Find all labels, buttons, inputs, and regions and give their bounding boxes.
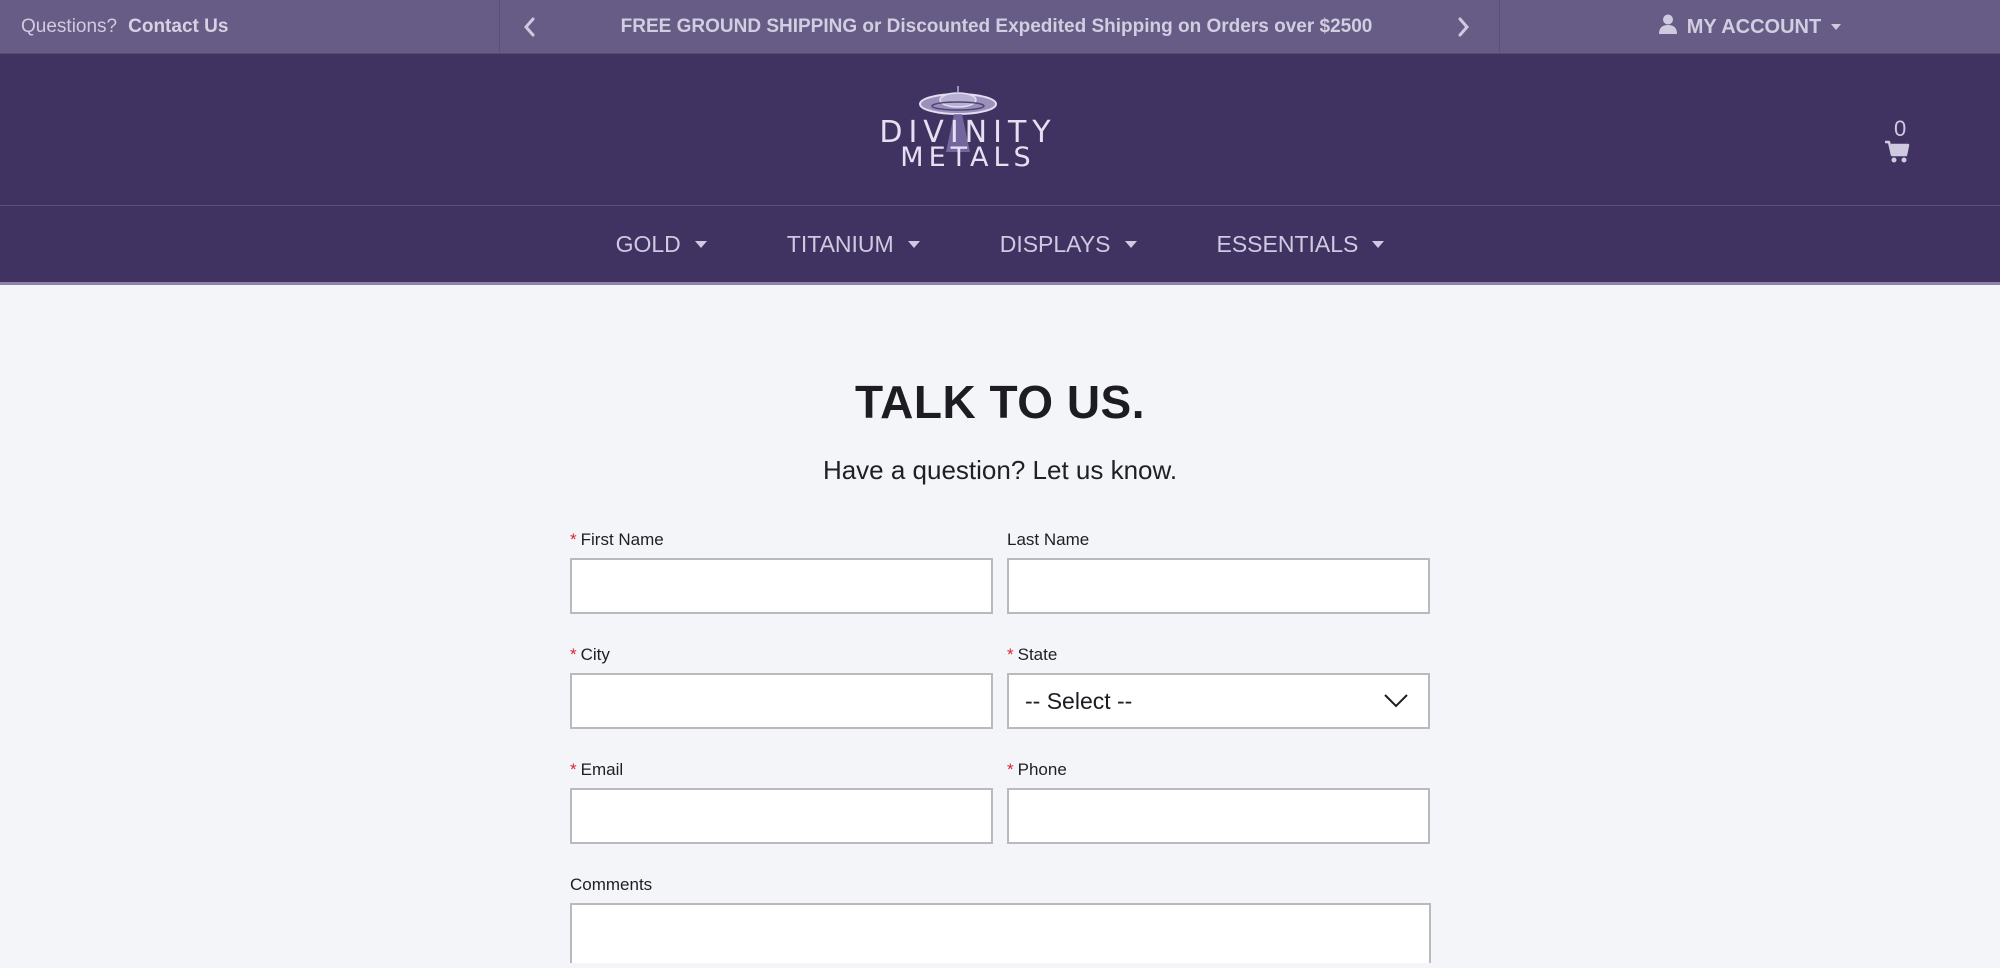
email-label: Email: [580, 760, 624, 779]
nav-item-displays[interactable]: DISPLAYS: [1000, 231, 1137, 258]
required-marker: *: [570, 530, 577, 549]
main-nav: GOLD TITANIUM DISPLAYS ESSENTIALS: [0, 206, 2000, 285]
caret-down-icon: [907, 240, 920, 248]
first-name-field: * First Name: [570, 530, 993, 614]
email-input[interactable]: [570, 788, 993, 844]
chevron-right-icon[interactable]: [1457, 16, 1471, 38]
nav-label: ESSENTIALS: [1216, 230, 1359, 257]
state-field: * State -- Select --: [1007, 645, 1430, 729]
last-name-input[interactable]: [1007, 558, 1430, 614]
required-marker: *: [570, 760, 577, 779]
promo-text: FREE GROUND SHIPPING or Discounted Exped…: [620, 16, 1373, 37]
promo-carousel: FREE GROUND SHIPPING or Discounted Exped…: [500, 0, 1500, 54]
nav-item-titanium[interactable]: TITANIUM: [787, 231, 920, 258]
user-icon: [1658, 14, 1677, 40]
logo-text-metals: METALS: [900, 142, 1035, 173]
last-name-label: Last Name: [1007, 530, 1090, 549]
cart-button[interactable]: 0: [1882, 116, 1922, 166]
city-field: * City: [570, 645, 993, 729]
state-label: State: [1017, 645, 1058, 664]
phone-field: * Phone: [1007, 760, 1430, 844]
questions-section: Questions? Contact Us: [0, 0, 500, 54]
nav-label: TITANIUM: [786, 230, 894, 257]
contact-us-link[interactable]: Contact Us: [128, 16, 228, 38]
site-header: DIVINITY METALS 0: [0, 54, 2000, 206]
phone-label: Phone: [1017, 760, 1067, 779]
questions-label: Questions?: [21, 16, 118, 37]
comments-field: Comments: [570, 875, 1431, 968]
top-bar: Questions? Contact Us FREE GROUND SHIPPI…: [0, 0, 2000, 54]
cart-count: 0: [1894, 116, 1907, 141]
required-marker: *: [1007, 760, 1014, 779]
caret-down-icon: [694, 240, 707, 248]
caret-down-icon: [1831, 24, 1842, 30]
first-name-input[interactable]: [570, 558, 993, 614]
divinity-metals-logo[interactable]: DIVINITY METALS: [868, 86, 1068, 176]
chevron-left-icon[interactable]: [522, 16, 536, 38]
city-label: City: [580, 645, 610, 664]
last-name-field: Last Name: [1007, 530, 1430, 614]
my-account-label: MY ACCOUNT: [1686, 15, 1822, 38]
state-select[interactable]: -- Select --: [1007, 673, 1430, 729]
nav-item-gold[interactable]: GOLD: [616, 231, 707, 258]
comments-textarea[interactable]: [570, 903, 1431, 963]
first-name-label: First Name: [580, 530, 664, 549]
caret-down-icon: [1124, 240, 1137, 248]
chevron-down-icon: [1384, 694, 1408, 708]
nav-label: DISPLAYS: [999, 230, 1111, 257]
required-marker: *: [1007, 645, 1014, 664]
required-marker: *: [570, 645, 577, 664]
page-title: TALK TO US.: [854, 376, 1145, 428]
state-selected-value: -- Select --: [1025, 687, 1133, 714]
email-field: * Email: [570, 760, 993, 844]
city-input[interactable]: [570, 673, 993, 729]
nav-label: GOLD: [615, 230, 681, 257]
caret-down-icon: [1372, 240, 1385, 248]
comments-label: Comments: [570, 875, 653, 894]
cart-icon: [1885, 140, 1910, 163]
nav-item-essentials[interactable]: ESSENTIALS: [1217, 231, 1385, 258]
contact-page: TALK TO US. Have a question? Let us know…: [0, 285, 2000, 963]
page-subtitle: Have a question? Let us know.: [822, 455, 1178, 485]
phone-input[interactable]: [1007, 788, 1430, 844]
my-account-menu[interactable]: MY ACCOUNT: [1500, 0, 2000, 54]
